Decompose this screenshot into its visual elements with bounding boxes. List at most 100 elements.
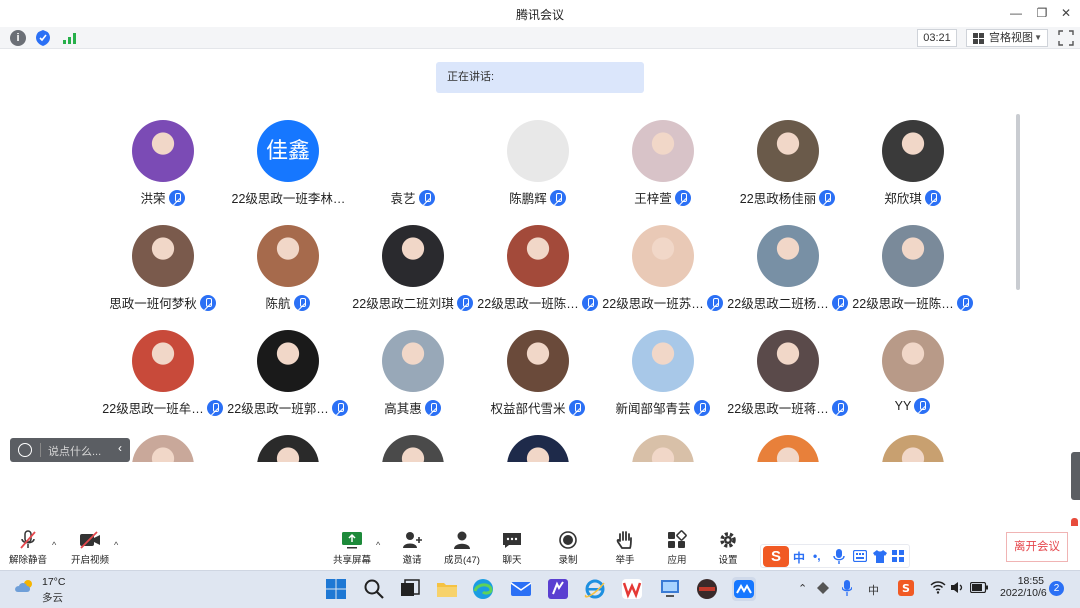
participant-name: 陈鹏辉 — [509, 192, 547, 206]
settings-button[interactable]: 设置 — [712, 530, 744, 568]
participant-name-row: 新闻部邹青芸 — [600, 398, 725, 416]
input-language-indicator[interactable]: 中 — [868, 582, 879, 598]
participant-avatar — [257, 435, 319, 462]
wps-office-icon[interactable] — [620, 577, 644, 601]
share-screen-button[interactable]: 共享屏幕 — [332, 530, 372, 568]
participant-tile[interactable]: 22级思政一班牟… — [100, 330, 225, 435]
muted-mic-icon — [831, 294, 848, 311]
internet-explorer-icon[interactable] — [583, 577, 607, 601]
participant-tile[interactable]: 22级思政一班蒋… — [725, 330, 850, 435]
participant-tile[interactable]: 陈鹏辉 — [475, 120, 600, 225]
volume-icon[interactable] — [950, 581, 966, 594]
restore-button[interactable]: ❐ — [1032, 4, 1052, 22]
edge-browser-icon[interactable] — [471, 577, 495, 601]
tray-app-icon[interactable] — [816, 581, 830, 595]
participant-name: YY — [894, 399, 912, 413]
search-icon[interactable] — [362, 577, 386, 601]
muted-mic-icon — [819, 189, 836, 206]
close-button[interactable]: ✕ — [1056, 4, 1076, 22]
participant-tile[interactable]: 22级思政一班苏… — [600, 225, 725, 330]
participant-tile[interactable] — [725, 435, 850, 462]
info-icon[interactable]: i — [10, 30, 26, 46]
invite-button[interactable]: 邀请 — [396, 530, 428, 568]
record-button[interactable]: 录制 — [552, 530, 584, 568]
ime-punctuation-toggle[interactable]: •, — [813, 549, 821, 563]
participant-avatar — [507, 120, 569, 182]
view-mode-dropdown[interactable]: 宫格视图 ▼ — [966, 29, 1048, 47]
mail-icon[interactable] — [509, 577, 533, 601]
start-video-button[interactable]: 开启视频 — [70, 530, 110, 568]
file-explorer-icon[interactable] — [435, 577, 459, 601]
sogou-logo-icon[interactable]: S — [763, 546, 789, 567]
leave-meeting-button[interactable]: 离开会议 — [1006, 532, 1068, 562]
apps-button[interactable]: 应用 — [661, 530, 693, 568]
share-options-caret-icon[interactable]: ^ — [376, 540, 380, 550]
participant-tile[interactable] — [475, 435, 600, 462]
participant-tile[interactable]: 高其惠 — [350, 330, 475, 435]
tencent-meeting-taskbar-icon[interactable] — [732, 577, 756, 601]
raise-hand-button[interactable]: 举手 — [609, 530, 641, 568]
notification-badge[interactable]: 2 — [1049, 581, 1064, 596]
participant-tile[interactable]: 新闻部邹青芸 — [600, 330, 725, 435]
participant-tile[interactable]: 洪荣 — [100, 120, 225, 225]
participant-tile[interactable]: 陈航 — [225, 225, 350, 330]
windows-start-icon[interactable] — [324, 577, 348, 601]
participant-name-row: 22级思政一班郭… — [225, 398, 350, 416]
tray-overflow-icon[interactable]: ⌃ — [798, 582, 807, 595]
wifi-icon[interactable] — [930, 581, 946, 594]
side-panel-handle[interactable] — [1071, 452, 1080, 500]
participant-tile[interactable]: YY — [850, 330, 975, 435]
participant-tile[interactable]: 22思政杨佳丽 — [725, 120, 850, 225]
participant-tile[interactable]: 22级思政一班陈… — [475, 225, 600, 330]
muted-mic-icon — [293, 294, 310, 311]
participant-name-row: 高其惠 — [350, 398, 475, 416]
battery-icon[interactable] — [970, 582, 988, 593]
computer-icon[interactable] — [658, 577, 682, 601]
participant-tile[interactable] — [350, 435, 475, 462]
participant-tile[interactable]: 权益部代雪米 — [475, 330, 600, 435]
participant-tile[interactable]: 22级思政一班郭… — [225, 330, 350, 435]
sogou-tray-icon[interactable]: S — [898, 580, 914, 596]
ime-lang-toggle[interactable]: 中 — [793, 549, 805, 566]
invite-label: 邀请 — [402, 555, 422, 566]
participant-tile[interactable]: 22级思政二班刘琪 — [350, 225, 475, 330]
participant-tile[interactable]: 佳鑫 22级思政一班李林… — [225, 120, 350, 225]
mic-options-caret-icon[interactable]: ^ — [52, 540, 56, 550]
minimize-button[interactable]: — — [1006, 4, 1026, 22]
chat-placeholder: 说点什么... — [48, 446, 102, 458]
task-view-icon[interactable] — [398, 577, 422, 601]
participant-tile[interactable] — [600, 435, 725, 462]
chat-button[interactable]: 聊天 — [496, 530, 528, 568]
muted-mic-icon — [581, 294, 598, 311]
grid-scrollbar[interactable] — [1016, 114, 1020, 290]
voice-input-icon[interactable] — [833, 549, 845, 564]
participant-tile[interactable] — [225, 435, 350, 462]
participant-tile[interactable]: 王梓萱 — [600, 120, 725, 225]
participant-tile[interactable]: 袁艺 — [350, 120, 475, 225]
collapse-chevron-icon[interactable]: ‹ — [118, 441, 122, 455]
ime-toolbar[interactable]: S 中 •, — [760, 544, 910, 568]
skin-icon[interactable] — [873, 550, 887, 563]
toolbox-icon[interactable] — [892, 550, 905, 563]
participant-tile[interactable] — [850, 435, 975, 462]
participant-avatar — [757, 330, 819, 392]
emoji-icon[interactable] — [18, 443, 32, 457]
keyboard-icon[interactable] — [853, 550, 867, 562]
muted-mic-icon — [549, 189, 566, 206]
members-button[interactable]: 成员(47) — [442, 530, 482, 568]
participant-tile[interactable]: 思政一班何梦秋 — [100, 225, 225, 330]
signal-icon[interactable] — [62, 32, 78, 44]
shield-icon[interactable] — [36, 30, 50, 46]
participant-avatar — [132, 330, 194, 392]
participant-tile[interactable]: 郑欣琪 — [850, 120, 975, 225]
microphone-tray-icon[interactable] — [842, 580, 852, 596]
chat-input[interactable]: 说点什么... ‹ — [10, 438, 130, 462]
video-options-caret-icon[interactable]: ^ — [114, 540, 118, 550]
unmute-button[interactable]: 解除静音 — [8, 530, 48, 568]
participant-tile[interactable]: 22级思政一班陈… — [850, 225, 975, 330]
user-avatar-app-icon[interactable] — [695, 577, 719, 601]
visual-studio-icon[interactable] — [546, 577, 570, 601]
participant-tile[interactable]: 22级思政二班杨… — [725, 225, 850, 330]
system-clock[interactable]: 18:55 2022/10/6 — [1000, 575, 1047, 599]
fullscreen-icon[interactable] — [1058, 30, 1074, 46]
